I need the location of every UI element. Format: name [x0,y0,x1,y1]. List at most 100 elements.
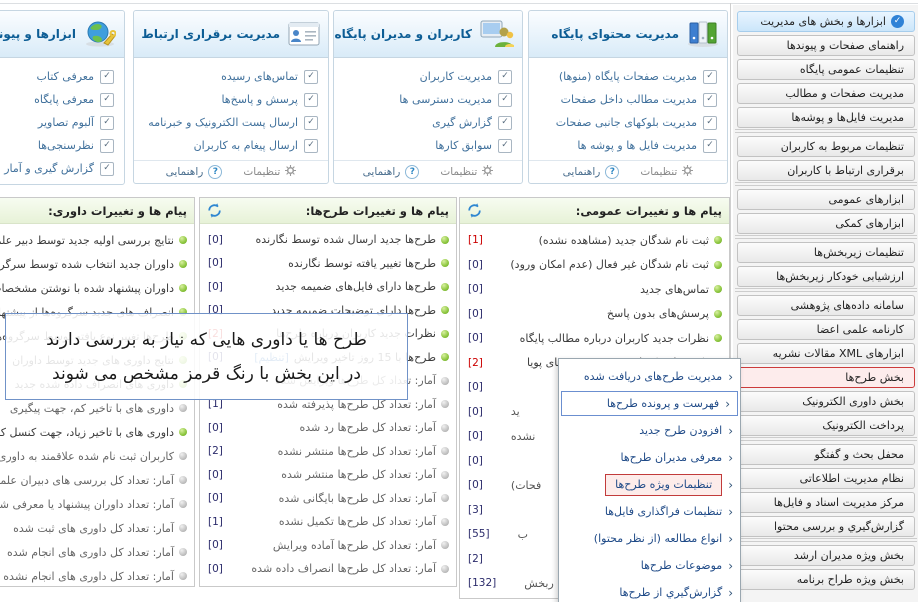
checkbox-icon[interactable] [100,70,114,84]
menu-item[interactable]: ‹ گزارش‌گیري از طرح‌ها [559,579,740,602]
status-count: [0] [208,563,223,575]
module-row[interactable]: مدیریت مطالب داخل صفحات [535,88,717,111]
checkbox-icon[interactable] [100,116,114,130]
menu-item[interactable]: ‹ تنظیمات فراگذاری فایل‌ها [559,498,740,525]
help-icon: ? [605,165,619,179]
status-label: آمار: تعداد کل طرح‌ها منتشر نشده [278,445,436,458]
checkbox-icon[interactable] [498,116,512,130]
module-row[interactable]: گزارش گیری و آمار [0,157,114,180]
sidebar-item[interactable]: بخش داوری الکترونیک [737,391,915,412]
checkbox-icon[interactable] [498,139,512,153]
module-label: سوابق کارها [435,139,492,152]
checkbox-icon[interactable] [304,139,318,153]
status-label: آمار: تعداد کل بررسی های دبیران علمی [0,474,174,487]
menu-item[interactable]: ‹ مدیریت طرح‌های دریافت شده [559,363,740,390]
sidebar-item[interactable]: راهنمای صفحات و پیوندها [737,35,915,56]
checkbox-icon[interactable] [498,93,512,107]
checkbox-icon[interactable] [304,70,318,84]
sidebar-item[interactable]: تنظیمات مربوط به کاربران [737,136,915,157]
checkbox-icon[interactable] [703,139,717,153]
settings-button[interactable]: تنظیمات [640,166,677,178]
sidebar-item-label: پرداخت الکترونیک [822,416,904,435]
checkbox-icon[interactable] [703,116,717,130]
sidebar-item-label: بخش ویژه طراح برنامه [797,570,904,589]
sidebar-item[interactable]: سامانه داده‌های پژوهشی [737,295,915,316]
checkbox-icon[interactable] [100,93,114,107]
sidebar-item-label: کارنامه علمی اعضا [817,320,904,339]
menu-item[interactable]: ‹ فهرست و پرونده طرح‌ها [561,391,738,416]
module-row[interactable]: مدیریت صفحات پایگاه (منوها) [535,65,717,88]
menu-item[interactable]: ‹ انواع مطالعه (از نظر محتوا) [559,525,740,552]
menu-item[interactable]: ‹ معرفی مدیران طرح‌ها [559,444,740,471]
status-label: ثبت نام شدگان غیر فعال (عدم امکان ورود) [510,258,709,271]
module-row[interactable]: ارسال پیغام به کاربران [140,134,318,157]
status-label: آمار: تعداد کل طرح‌ها بایگانی شده [279,492,436,505]
module-row[interactable]: مدیریت دسترسی ها [340,88,512,111]
module-row[interactable]: ارسال پست الکترونیک و خبرنامه [140,111,318,134]
module-row[interactable]: سوابق کارها [340,134,512,157]
status-panel-title: پیام ها و تغییرات طرح‌ها: [306,204,449,218]
help-button[interactable]: راهنمایی [563,166,601,178]
sidebar-item[interactable]: ابزارهای عمومی [737,189,915,210]
sidebar-item[interactable]: پرداخت الکترونیک [737,415,915,436]
refresh-icon[interactable] [467,203,482,218]
module-row[interactable]: معرفی پایگاه [0,88,114,111]
sidebar-item[interactable]: گزارش‌گیري و بررسی محتوا [737,516,915,537]
module-row[interactable]: مدیریت کاربران [340,65,512,88]
module-label: نظرسنجی‌ها [38,139,94,152]
settings-button[interactable]: تنظیمات [243,166,280,178]
sidebar-item[interactable]: کارنامه علمی اعضا [737,319,915,340]
sidebar-item[interactable]: بخش طرح‌ها [737,367,915,388]
status-count: [0] [208,492,223,504]
sidebar-item[interactable]: مدیریت فایل‌ها و پوشه‌ها [737,107,915,128]
checkbox-icon[interactable] [100,162,114,176]
module-row[interactable]: گزارش گیری [340,111,512,134]
panel-footer: تنظیمات ? راهنمایی [529,160,727,183]
module-row[interactable]: مدیریت بلوکهای جانبی صفحات [535,111,717,134]
status-label: نتایج بررسی اولیه جدید توسط دبیر علمی [0,234,174,247]
bullet-icon [441,565,449,573]
sidebar-item[interactable]: نظام مدیریت اطلاعاتی [737,468,915,489]
sidebar-item[interactable]: ابزارهای XML مقالات نشریه [737,343,915,364]
module-row[interactable]: نظرسنجی‌ها [0,134,114,157]
checkbox-icon[interactable] [703,93,717,107]
sidebar-item[interactable]: مرکز مدیریت اسناد و فایل‌ها [737,492,915,513]
contact-card-icon [288,22,320,46]
settings-button[interactable]: تنظیمات [440,166,477,178]
status-label: داوران جدید انتخاب شده توسط سرگروه‌ها [0,258,174,271]
status-row: آمار: تعداد کل داوری های انجام شده [0,540,187,564]
sidebar-item-label: تنظیمات عمومی پایگاه [800,60,904,79]
module-row[interactable]: آلبوم تصاویر [0,111,114,134]
menu-item[interactable]: ‹ افزودن طرح جدید [559,417,740,444]
sidebar-item[interactable]: ✓ ابزارها و بخش های مدیریت [737,11,915,32]
bullet-icon [179,572,187,580]
module-row[interactable]: تماس‌های رسیده [140,65,318,88]
status-label: آمار: تعداد کل داوری های ثبت شده [13,522,174,535]
sidebar-item[interactable]: تنظیمات عمومی پایگاه [737,59,915,80]
sidebar-item[interactable]: تنظیمات زیربخش‌ها [737,242,915,263]
sidebar-item[interactable]: ارزشیابی خودکار زیربخش‌ها [737,266,915,287]
refresh-icon[interactable] [207,203,222,218]
users-icon [480,20,514,48]
checkbox-icon[interactable] [304,116,318,130]
checkbox-icon[interactable] [304,93,318,107]
sidebar-item[interactable]: برقراری ارتباط با کاربران [737,160,915,181]
bullet-icon [179,284,187,292]
sidebar-item[interactable]: مدیریت صفحات و مطالب [737,83,915,104]
checkbox-icon[interactable] [703,70,717,84]
checkbox-icon[interactable] [498,70,512,84]
module-row[interactable]: مدیریت فایل ها و پوشه ها [535,134,717,157]
sidebar-item[interactable]: بخش ویژه مدیران ارشد [737,545,915,566]
sidebar-item[interactable]: بخش ویژه طراح برنامه [737,569,915,590]
help-button[interactable]: راهنمایی [166,166,204,178]
status-row: آمار: تعداد داوران پیشنهاد یا معرفی شده [0,492,187,516]
module-row[interactable]: معرفی کتاب [0,65,114,88]
panel-title: کاربران و مدیران پایگاه [335,27,472,41]
sidebar-item[interactable]: محفل بحث و گفتگو [737,444,915,465]
menu-item[interactable]: ‹ تنظیمات ویژه طرح‌ها [559,471,740,498]
sidebar-item[interactable]: ابزارهای کمکی [737,213,915,234]
checkbox-icon[interactable] [100,139,114,153]
module-row[interactable]: پرسش و پاسخ‌ها [140,88,318,111]
help-button[interactable]: راهنمایی [363,166,401,178]
menu-item[interactable]: ‹ موضوعات طرح‌ها [559,552,740,579]
